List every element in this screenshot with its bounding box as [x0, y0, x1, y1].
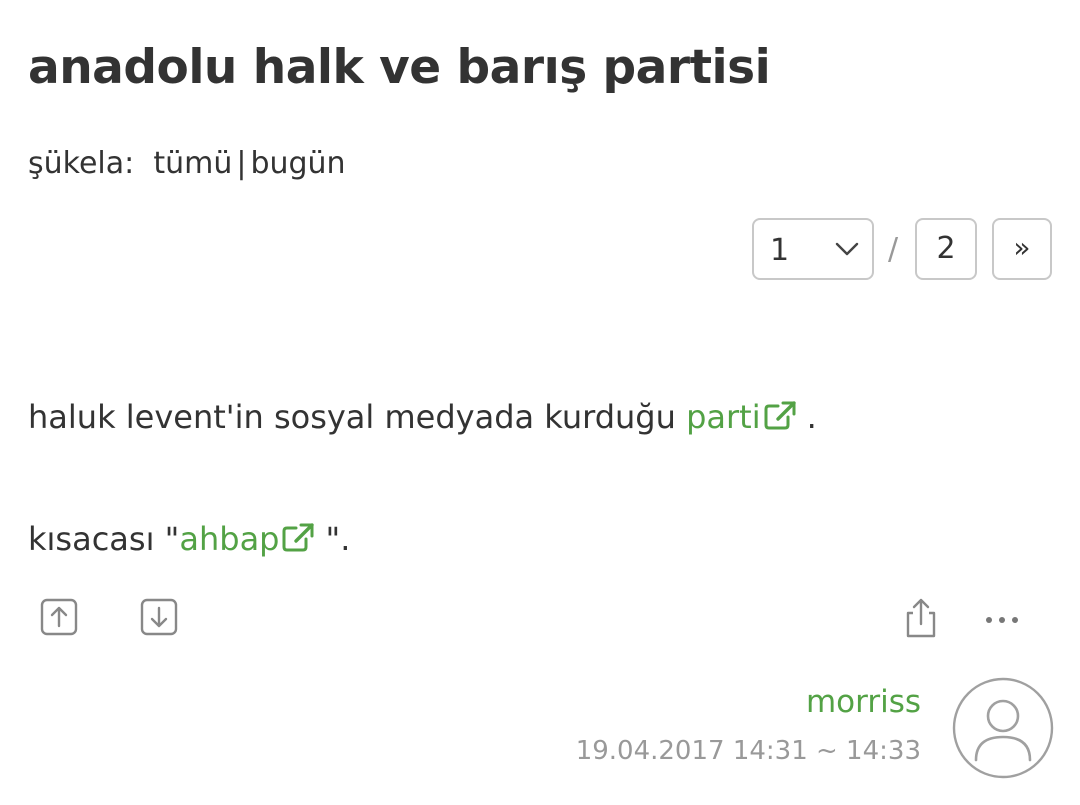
arrow-up-square-icon[interactable]	[39, 597, 79, 637]
sukela-separator: |	[236, 146, 247, 181]
entry-text-line: haluk levent'in sosyal medyada kurduğu p…	[28, 398, 817, 436]
entry-text-tail: ".	[325, 520, 351, 558]
entry-date[interactable]: 19.04.2017 14:31 ~ 14:33	[576, 736, 921, 766]
bkz-link-parti[interactable]: parti	[686, 398, 807, 436]
user-avatar-icon[interactable]	[952, 677, 1054, 779]
page-select-value: 1	[770, 233, 790, 268]
sukela-all-link[interactable]: tümü	[153, 146, 232, 181]
entry-author[interactable]: morriss	[806, 684, 921, 720]
pagination: 1 / 2 »	[752, 218, 1052, 282]
entry-text-tail: .	[806, 398, 817, 436]
sukela-label: şükela:	[28, 146, 135, 181]
more-dots-icon[interactable]	[982, 605, 1022, 635]
chevron-down-icon	[835, 242, 859, 256]
page-separator: /	[888, 232, 899, 267]
link-text: parti	[686, 398, 761, 436]
next-page-button[interactable]: »	[992, 218, 1052, 280]
entry-text: haluk levent'in sosyal medyada kurduğu	[28, 398, 676, 436]
arrow-down-square-icon[interactable]	[139, 597, 179, 637]
bkz-link-ahbap[interactable]: ahbap	[179, 520, 325, 558]
share-icon[interactable]	[899, 597, 943, 639]
last-page-button[interactable]: 2	[915, 218, 977, 280]
external-link-icon	[764, 401, 796, 430]
link-text: ahbap	[179, 520, 280, 558]
entry-text-line: kısacası "ahbap ".	[28, 520, 350, 558]
sukela-today-link[interactable]: bugün	[250, 146, 345, 181]
page-title: anadolu halk ve barış partisi	[28, 40, 771, 95]
sukela-filter: şükela: tümü | bugün	[28, 146, 346, 181]
page-select[interactable]: 1	[752, 218, 874, 280]
entry-text: kısacası "	[28, 520, 180, 558]
external-link-icon	[282, 523, 315, 552]
